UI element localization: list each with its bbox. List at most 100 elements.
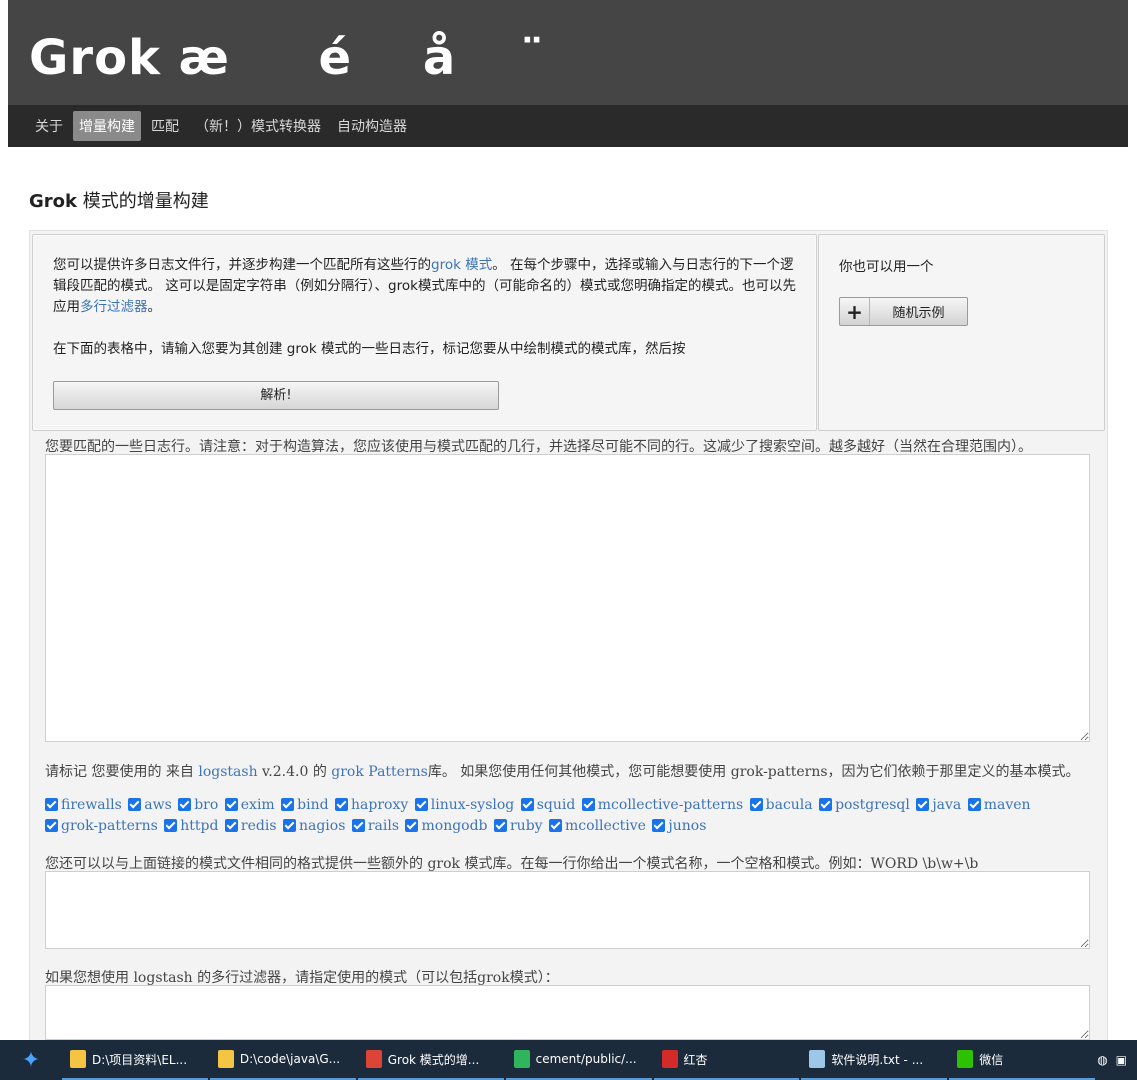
nav-incremental-build[interactable]: 增量构建 [73, 111, 141, 141]
library-checkbox-bacula[interactable]: bacula [749, 795, 813, 816]
checkbox-checked-icon[interactable] [128, 798, 142, 811]
network-globe-icon[interactable]: ◍ [1097, 1053, 1107, 1067]
checkbox-checked-icon[interactable] [224, 819, 238, 832]
log-lines-label: 您要匹配的一些日志行。请注意：对于构造算法，您应该使用与模式匹配的几行，并选择尽… [45, 439, 1032, 455]
library-label[interactable]: postgresql [835, 797, 910, 813]
library-label[interactable]: linux-syslog [431, 797, 515, 813]
checkbox-checked-icon[interactable] [414, 798, 428, 811]
library-checkbox-squid[interactable]: squid [520, 795, 576, 816]
library-checkbox-junos[interactable]: junos [652, 816, 706, 837]
library-checkbox-httpd[interactable]: httpd [164, 816, 218, 837]
checkbox-checked-icon[interactable] [178, 798, 192, 811]
taskbar-item[interactable]: 软件说明.txt - ... [801, 1040, 948, 1080]
nav-pattern-translator[interactable]: （新！）模式转换器 [189, 111, 327, 141]
library-label[interactable]: rails [368, 818, 399, 834]
taskbar-item[interactable]: 微信 [949, 1040, 1096, 1080]
library-label[interactable]: squid [537, 797, 576, 813]
taskbar-item[interactable]: D:\项目资料\EL... [61, 1040, 208, 1080]
library-checkbox-java[interactable]: java [916, 795, 961, 816]
checkbox-checked-icon[interactable] [652, 819, 666, 832]
taskbar-item[interactable]: 红杏 [653, 1040, 800, 1080]
checkbox-checked-icon[interactable] [45, 798, 58, 811]
library-checkbox-grok-patterns[interactable]: grok-patterns [45, 816, 158, 837]
library-checkbox-mongodb[interactable]: mongodb [405, 816, 488, 837]
pattern-library-checklist: firewalls aws bro exim bind haproxy linu… [45, 795, 1105, 837]
checkbox-checked-icon[interactable] [405, 819, 419, 832]
extra-patterns-textarea[interactable] [45, 871, 1090, 949]
start-bird-icon[interactable]: ✦ [0, 1040, 62, 1080]
library-label[interactable]: junos [668, 818, 706, 834]
random-example-button[interactable]: + 随机示例 [839, 297, 968, 326]
checkbox-checked-icon[interactable] [164, 819, 178, 832]
library-checkbox-bind[interactable]: bind [281, 795, 329, 816]
library-label[interactable]: nagios [299, 818, 345, 834]
checkbox-checked-icon[interactable] [281, 798, 295, 811]
library-label[interactable]: bro [194, 797, 218, 813]
random-example-label: 随机示例 [892, 306, 945, 321]
taskbar-item[interactable]: Grok 模式的增... [357, 1040, 504, 1080]
library-checkbox-bro[interactable]: bro [178, 795, 218, 816]
ime-icon[interactable]: ▣ [1116, 1053, 1127, 1067]
checkbox-checked-icon[interactable] [282, 819, 296, 832]
library-label[interactable]: maven [984, 797, 1031, 813]
library-checkbox-firewalls[interactable]: firewalls [45, 795, 122, 816]
library-label[interactable]: aws [144, 797, 172, 813]
library-label[interactable]: httpd [180, 818, 218, 834]
taskbar-item[interactable]: D:\code\java\G... [209, 1040, 356, 1080]
library-checkbox-postgresql[interactable]: postgresql [819, 795, 910, 816]
checkbox-checked-icon[interactable] [45, 819, 58, 832]
library-checkbox-redis[interactable]: redis [224, 816, 277, 837]
multiline-label: 如果您想使用 logstash 的多行过滤器，请指定使用的模式（可以包括grok… [45, 970, 559, 986]
library-label[interactable]: mongodb [421, 818, 487, 834]
library-label[interactable]: redis [241, 818, 277, 834]
nav-auto-constructor[interactable]: 自动构造器 [331, 111, 413, 141]
checkbox-checked-icon[interactable] [520, 798, 534, 811]
checkbox-checked-icon[interactable] [549, 819, 563, 832]
main-nav: 关于 增量构建 匹配 （新！）模式转换器 自动构造器 [8, 105, 1128, 147]
parse-button[interactable]: 解析! [53, 381, 499, 410]
library-label[interactable]: ruby [510, 818, 543, 834]
grok-pattern-link[interactable]: grok 模式 [431, 257, 492, 273]
library-checkbox-haproxy[interactable]: haproxy [335, 795, 408, 816]
multiline-filter-link[interactable]: 多行过滤器 [80, 299, 148, 315]
library-checkbox-mcollective-patterns[interactable]: mcollective-patterns [581, 795, 743, 816]
library-checkbox-aws[interactable]: aws [128, 795, 172, 816]
grok-patterns-link[interactable]: grok Patterns [331, 764, 428, 780]
multiline-textarea[interactable] [45, 985, 1090, 1040]
taskbar-item-label: cement/public/... [535, 1052, 637, 1066]
log-lines-textarea[interactable] [45, 454, 1090, 742]
library-label[interactable]: mcollective-patterns [598, 797, 743, 813]
checkbox-checked-icon[interactable] [493, 819, 507, 832]
checkbox-checked-icon[interactable] [351, 819, 365, 832]
checkbox-checked-icon[interactable] [916, 798, 930, 811]
checkbox-checked-icon[interactable] [819, 798, 833, 811]
nav-about[interactable]: 关于 [29, 111, 69, 141]
logstash-link[interactable]: logstash [198, 764, 257, 780]
library-label[interactable]: firewalls [61, 797, 122, 813]
library-label[interactable]: mcollective [565, 818, 646, 834]
library-checkbox-nagios[interactable]: nagios [282, 816, 345, 837]
library-label[interactable]: bacula [766, 797, 813, 813]
nav-match[interactable]: 匹配 [145, 111, 185, 141]
library-checkbox-maven[interactable]: maven [967, 795, 1031, 816]
library-label[interactable]: java [932, 797, 961, 813]
library-checkbox-exim[interactable]: exim [224, 795, 275, 816]
library-label[interactable]: grok-patterns [61, 818, 158, 834]
folder-icon [217, 1050, 234, 1068]
library-checkbox-linux-syslog[interactable]: linux-syslog [414, 795, 515, 816]
site-title[interactable]: Grok æ é å ̈ [29, 30, 545, 86]
taskbar-item[interactable]: cement/public/... [505, 1040, 652, 1080]
taskbar-item-label: Grok 模式的增... [387, 1052, 480, 1067]
intro-paragraph: 您可以提供许多日志文件行，并逐步构建一个匹配所有这些行的grok 模式。 在每个… [53, 257, 796, 315]
library-label[interactable]: exim [241, 797, 275, 813]
library-label[interactable]: bind [297, 797, 328, 813]
library-label[interactable]: haproxy [351, 797, 408, 813]
checkbox-checked-icon[interactable] [967, 798, 981, 811]
checkbox-checked-icon[interactable] [335, 798, 349, 811]
library-checkbox-rails[interactable]: rails [351, 816, 399, 837]
checkbox-checked-icon[interactable] [749, 798, 763, 811]
checkbox-checked-icon[interactable] [224, 798, 238, 811]
library-checkbox-mcollective[interactable]: mcollective [549, 816, 646, 837]
checkbox-checked-icon[interactable] [581, 798, 595, 811]
library-checkbox-ruby[interactable]: ruby [493, 816, 543, 837]
